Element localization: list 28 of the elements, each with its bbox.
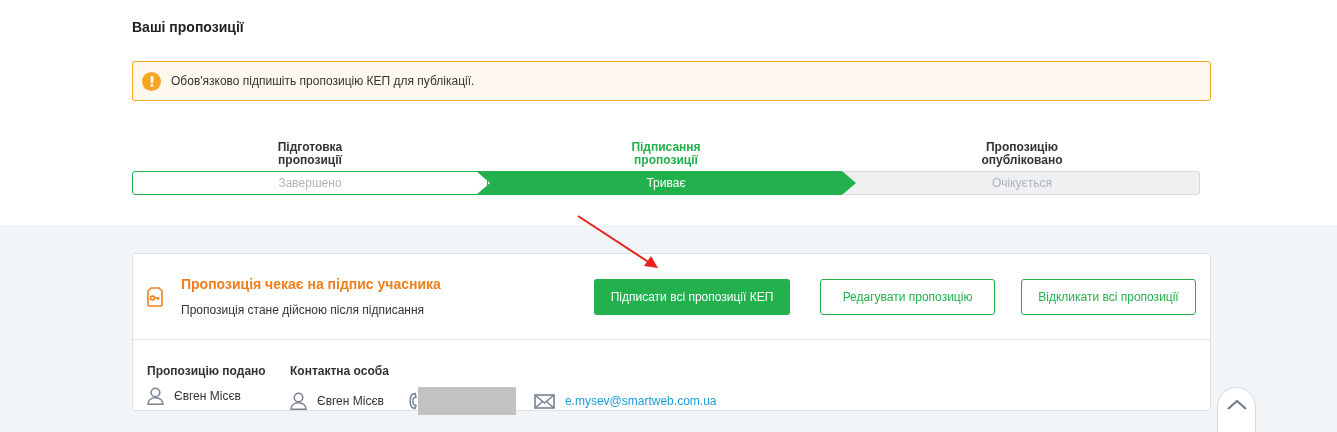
step-title: пропозиції — [278, 154, 342, 167]
phone-icon — [407, 392, 418, 410]
field-label: Пропозицію подано — [147, 363, 267, 380]
alert-text: Обов'язково підпишіть пропозицію КЕП для публікації. — [171, 73, 475, 90]
step-status-segment: Очікується — [844, 171, 1200, 195]
status-subtitle: Пропозиція стане дійсною після підписання — [181, 302, 426, 319]
person-icon — [290, 392, 307, 410]
step-title: Підписання — [631, 141, 701, 154]
action-button[interactable]: Відкликати всі пропозиції — [1021, 278, 1196, 315]
action-button[interactable]: Редагувати пропозицію — [820, 278, 995, 315]
field-label: Контактна особа — [290, 363, 390, 380]
person-icon — [147, 387, 164, 405]
envelope-icon — [533, 393, 555, 409]
step-title: Підготовка — [277, 141, 343, 154]
page-title: Ваші пропозиції — [132, 18, 245, 37]
person-name: Євген Місєв — [174, 388, 241, 405]
key-document-icon — [147, 286, 163, 307]
step-title: пропозиції — [634, 154, 698, 167]
person-name: Євген Місєв — [317, 393, 384, 410]
email-link[interactable]: e.mysev@smartweb.com.ua — [564, 392, 717, 410]
scroll-up-button[interactable] — [1217, 387, 1256, 432]
status-title: Пропозиція чекає на підпис учасника — [181, 275, 441, 294]
step-status-segment: Триває — [476, 171, 856, 195]
exclamation-icon — [142, 71, 161, 91]
chevron-up-icon — [1226, 400, 1247, 410]
step-title: опубліковано — [981, 154, 1063, 167]
sign-button[interactable]: Підписати всі пропозиції КЕП — [594, 278, 790, 315]
step-title: Пропозицію — [986, 141, 1058, 154]
